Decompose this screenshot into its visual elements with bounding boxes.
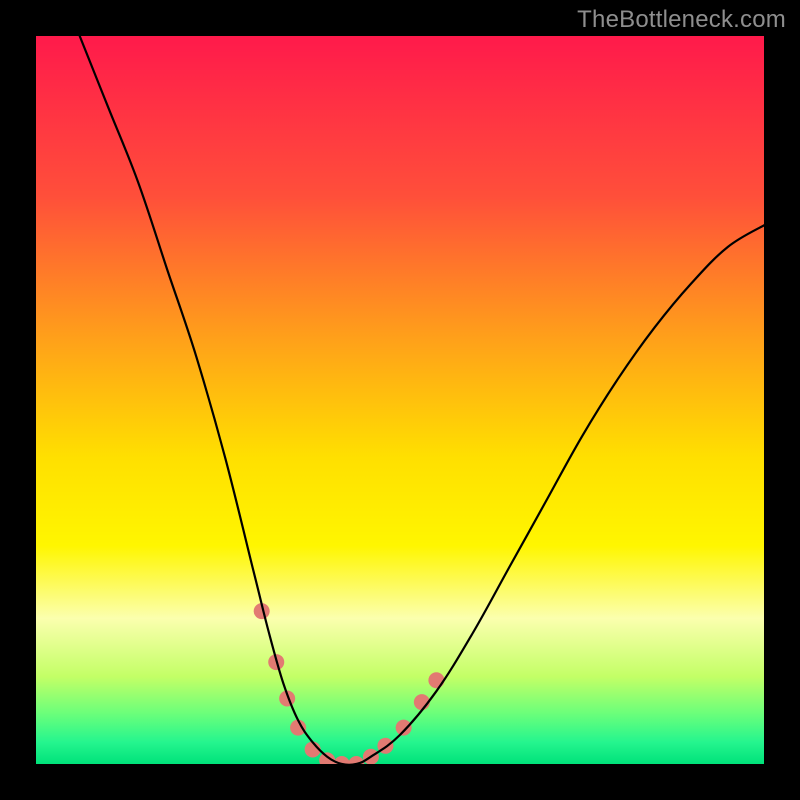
bottleneck-curve	[80, 36, 764, 764]
highlight-dot	[396, 720, 412, 736]
chart-frame: TheBottleneck.com	[0, 0, 800, 800]
curve-layer	[36, 36, 764, 764]
highlight-dot	[319, 752, 335, 764]
plot-area	[36, 36, 764, 764]
highlight-dot	[428, 672, 444, 688]
watermark-text: TheBottleneck.com	[577, 6, 786, 34]
